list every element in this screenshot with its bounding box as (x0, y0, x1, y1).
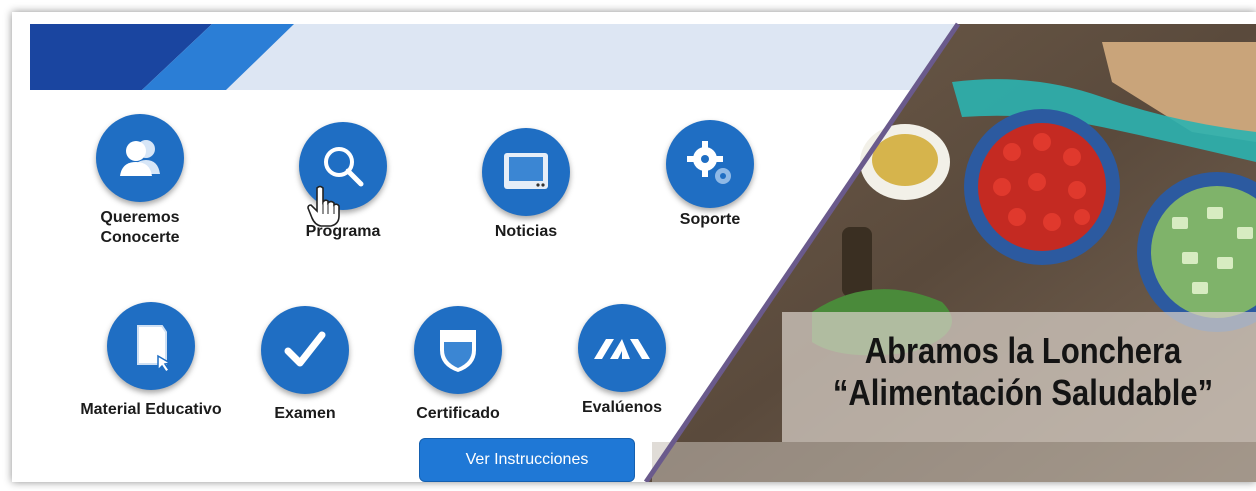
menu-item-certificado[interactable]: Certificado (393, 306, 523, 424)
menu-item-examen[interactable]: Examen (240, 306, 370, 424)
menu-item-label: Noticias (494, 223, 558, 240)
menu-item-queremos-conocerte[interactable]: Queremos Conocerte (75, 114, 205, 248)
banner-line-1: Abramos la Lonchera (864, 330, 1182, 371)
menu-item-label: Queremos Conocerte (100, 209, 180, 246)
menu-item-label: Examen (274, 405, 336, 422)
banner-line-2: “Alimentación Saludable” (832, 372, 1214, 413)
banner-headline: Abramos la Lonchera “Alimentación Saluda… (823, 330, 1224, 414)
menu-item-label: Certificado (416, 405, 500, 422)
users-icon (96, 114, 184, 202)
chevrons-icon (578, 304, 666, 392)
menu-item-soporte[interactable]: Soporte (645, 120, 775, 230)
monitor-icon (482, 128, 570, 216)
checkmark-icon (261, 306, 349, 394)
menu-item-evaluenos[interactable]: Evalúenos (557, 304, 687, 418)
ver-instrucciones-button[interactable]: Ver Instrucciones (419, 438, 635, 482)
menu-item-label: Evalúenos (581, 399, 663, 416)
menu-item-noticias[interactable]: Noticias (461, 128, 591, 242)
menu-item-label: Material Educativo (80, 401, 222, 418)
menu-item-material-educativo[interactable]: Material Educativo (61, 302, 241, 420)
app-frame: Abramos la Lonchera “Alimentación Saluda… (12, 12, 1256, 482)
document-icon (107, 302, 195, 390)
shield-icon (414, 306, 502, 394)
hand-cursor-icon (307, 185, 340, 227)
gears-icon (666, 120, 754, 208)
menu-item-label: Soporte (679, 211, 741, 228)
